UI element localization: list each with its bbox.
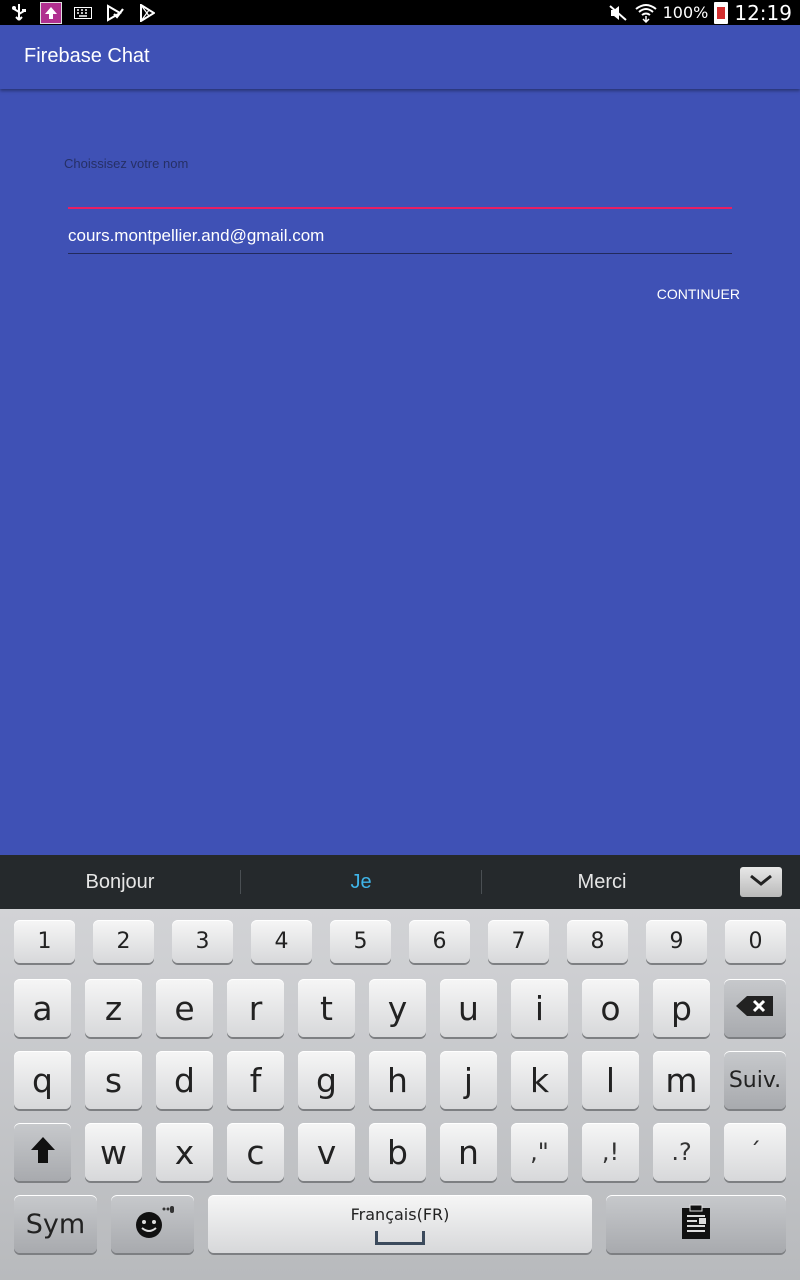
backspace-icon <box>735 994 775 1022</box>
key-d[interactable]: d <box>156 1051 213 1109</box>
key-v[interactable]: v <box>298 1123 355 1181</box>
key-1[interactable]: 1 <box>14 920 75 963</box>
wifi-icon <box>634 2 657 24</box>
usb-icon <box>8 2 30 24</box>
collapse-suggestions-button[interactable] <box>740 867 782 897</box>
suggestion-bar: Bonjour Je Merci <box>0 855 800 909</box>
continue-button[interactable]: CONTINUER <box>640 280 740 308</box>
name-field-label: Choissisez votre nom <box>64 156 189 171</box>
key-i[interactable]: i <box>511 979 568 1037</box>
key-f[interactable]: f <box>227 1051 284 1109</box>
key-o[interactable]: o <box>582 979 639 1037</box>
upload-notification-icon <box>40 1 62 24</box>
key-2[interactable]: 2 <box>93 920 154 963</box>
key-4[interactable]: 4 <box>251 920 312 963</box>
key-t[interactable]: t <box>298 979 355 1037</box>
clipboard-icon <box>680 1204 712 1244</box>
clipboard-key[interactable] <box>606 1195 786 1253</box>
battery-icon <box>714 1 729 24</box>
status-bar: 100% 12:19 <box>0 0 800 25</box>
key-z[interactable]: z <box>85 979 142 1037</box>
name-input[interactable] <box>68 175 732 209</box>
backspace-key[interactable] <box>724 979 786 1037</box>
chevron-down-icon <box>749 873 773 891</box>
key-accent[interactable]: ´ <box>724 1123 786 1181</box>
next-key[interactable]: Suiv. <box>724 1051 786 1109</box>
app-title: Firebase Chat <box>24 45 150 67</box>
shift-arrow-icon <box>30 1136 56 1168</box>
key-e[interactable]: e <box>156 979 213 1037</box>
soft-keyboard: 1 2 3 4 5 6 7 8 9 0 a z e r t y u i o p … <box>0 909 800 1280</box>
emoji-key[interactable] <box>111 1195 194 1253</box>
key-j[interactable]: j <box>440 1051 497 1109</box>
key-period-question[interactable]: .? <box>653 1123 710 1181</box>
key-6[interactable]: 6 <box>409 920 470 963</box>
sym-key[interactable]: Sym <box>14 1195 97 1253</box>
key-3[interactable]: 3 <box>172 920 233 963</box>
key-r[interactable]: r <box>227 979 284 1037</box>
key-p[interactable]: p <box>653 979 710 1037</box>
mute-icon <box>607 2 629 24</box>
key-c[interactable]: c <box>227 1123 284 1181</box>
key-b[interactable]: b <box>369 1123 426 1181</box>
key-8[interactable]: 8 <box>567 920 628 963</box>
space-key[interactable]: Français(FR) <box>208 1195 592 1253</box>
app-bar: Firebase Chat <box>0 25 800 89</box>
key-h[interactable]: h <box>369 1051 426 1109</box>
key-0[interactable]: 0 <box>725 920 786 963</box>
key-a[interactable]: a <box>14 979 71 1037</box>
key-q[interactable]: q <box>14 1051 71 1109</box>
key-comma-exclamation[interactable]: ,! <box>582 1123 639 1181</box>
key-m[interactable]: m <box>653 1051 710 1109</box>
play-store-check-icon <box>104 2 126 24</box>
suggestion-item[interactable]: Bonjour <box>0 855 240 909</box>
play-store-icon <box>136 2 158 24</box>
status-bar-system: 100% 12:19 <box>607 0 792 25</box>
suggestion-item[interactable]: Merci <box>482 855 722 909</box>
keyboard-language-label: Français(FR) <box>350 1205 450 1224</box>
status-bar-notifications <box>8 0 158 25</box>
key-7[interactable]: 7 <box>488 920 549 963</box>
clock: 12:19 <box>734 0 792 25</box>
key-w[interactable]: w <box>85 1123 142 1181</box>
key-x[interactable]: x <box>156 1123 213 1181</box>
suggestion-item-active[interactable]: Je <box>241 855 481 909</box>
key-9[interactable]: 9 <box>646 920 707 963</box>
smiley-icon <box>131 1205 175 1243</box>
key-k[interactable]: k <box>511 1051 568 1109</box>
key-s[interactable]: s <box>85 1051 142 1109</box>
key-l[interactable]: l <box>582 1051 639 1109</box>
key-n[interactable]: n <box>440 1123 497 1181</box>
key-y[interactable]: y <box>369 979 426 1037</box>
key-g[interactable]: g <box>298 1051 355 1109</box>
email-field[interactable]: cours.montpellier.and@gmail.com <box>68 226 732 254</box>
keyboard-icon <box>72 2 94 24</box>
key-5[interactable]: 5 <box>330 920 391 963</box>
key-u[interactable]: u <box>440 979 497 1037</box>
key-comma-quote[interactable]: ," <box>511 1123 568 1181</box>
space-bar-icon <box>375 1231 425 1245</box>
battery-percent: 100% <box>662 3 709 22</box>
shift-key[interactable] <box>14 1123 71 1181</box>
